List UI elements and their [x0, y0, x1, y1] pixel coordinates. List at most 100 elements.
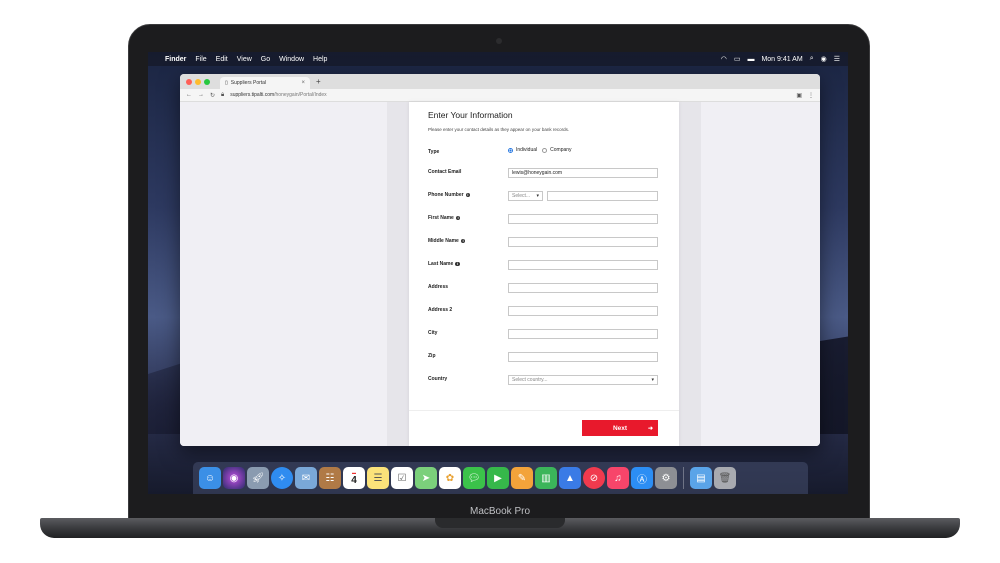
laptop-hinge-notch: [435, 518, 565, 528]
form-subtitle: Please enter your contact details as the…: [428, 127, 570, 132]
type-label: Type: [428, 149, 439, 155]
menu-help[interactable]: Help: [313, 56, 327, 63]
address2-label-text: Address 2: [428, 307, 453, 313]
launchpad-icon[interactable]: 🚀︎: [247, 467, 269, 489]
browser-toolbar: ← → ↻ 🔒︎ suppliers.tipalti.com/honeygain…: [180, 89, 820, 102]
zip-field[interactable]: [508, 352, 658, 362]
photos-icon[interactable]: ✿: [439, 467, 461, 489]
left-column-shade: [387, 102, 409, 446]
news-icon[interactable]: ⊘: [583, 467, 605, 489]
reload-icon[interactable]: ↻: [210, 92, 215, 99]
browser-window: ▯ Suppliers Portal × + ← → ↻ 🔒︎ supplier…: [180, 74, 820, 446]
siri-icon[interactable]: ◉: [821, 55, 827, 63]
pages-icon[interactable]: ✎: [511, 467, 533, 489]
keynote-icon[interactable]: ▲: [559, 467, 581, 489]
airplay-icon[interactable]: ▭: [734, 55, 741, 63]
country-select[interactable]: Select country... ▾: [508, 375, 658, 385]
individual-radio-label[interactable]: Individual: [516, 147, 537, 153]
info-icon[interactable]: i: [455, 261, 460, 267]
minimize-window-button[interactable]: [195, 78, 201, 85]
phone-number-field[interactable]: [547, 191, 658, 201]
safari-icon[interactable]: ✧: [271, 467, 293, 489]
address-bar[interactable]: suppliers.tipalti.com/honeygain/Portal/I…: [230, 92, 326, 98]
menu-window[interactable]: Window: [279, 56, 304, 63]
middle-name-field[interactable]: [508, 237, 658, 247]
address-label-text: Address: [428, 284, 449, 290]
chevron-down-icon: ▾: [536, 193, 539, 199]
zip-label-text: Zip: [428, 353, 436, 359]
forward-icon[interactable]: →: [198, 92, 204, 98]
middle-name-label: Middle Name i: [428, 238, 466, 244]
first-name-label-text: First Name: [428, 215, 454, 221]
next-button-label: Next: [612, 424, 628, 432]
close-tab-icon[interactable]: ×: [301, 80, 305, 86]
email-label: Contact Email: [428, 169, 461, 175]
lock-icon: 🔒︎: [221, 91, 225, 98]
city-field[interactable]: [508, 329, 658, 339]
info-icon[interactable]: i: [465, 192, 471, 198]
numbers-icon[interactable]: ▥: [535, 467, 557, 489]
country-placeholder: Select country...: [512, 377, 548, 383]
mail-icon[interactable]: ✉: [295, 467, 317, 489]
close-window-button[interactable]: [186, 78, 192, 85]
browser-tab[interactable]: ▯ Suppliers Portal ×: [220, 77, 310, 89]
address2-field[interactable]: [508, 306, 658, 316]
next-button[interactable]: Next ➜: [582, 420, 658, 436]
menu-edit[interactable]: Edit: [216, 56, 228, 63]
individual-radio[interactable]: [508, 147, 513, 153]
finder-icon[interactable]: ☺: [199, 467, 221, 489]
phone-country-code-select[interactable]: Select... ▾: [508, 191, 543, 201]
form-divider: [409, 410, 679, 411]
last-name-field[interactable]: [508, 260, 658, 270]
last-name-label-text: Last Name: [428, 261, 454, 267]
macos-menubar: Finder File Edit View Go Window Help ◠ ▭…: [148, 52, 848, 66]
menu-go[interactable]: Go: [261, 56, 270, 63]
address-field[interactable]: [508, 283, 658, 293]
company-radio[interactable]: [542, 147, 548, 153]
maps-icon[interactable]: ➤: [415, 467, 437, 489]
notes-icon[interactable]: ☰: [367, 467, 389, 489]
camera-icon: [496, 38, 502, 44]
info-icon[interactable]: i: [460, 238, 466, 244]
back-icon[interactable]: ←: [186, 92, 192, 98]
company-radio-label[interactable]: Company: [550, 147, 571, 153]
dock-separator: [683, 467, 684, 489]
battery-icon[interactable]: ▬: [747, 56, 754, 63]
messages-icon[interactable]: 💬︎: [463, 467, 485, 489]
desktop-screen: Finder File Edit View Go Window Help ◠ ▭…: [148, 52, 848, 494]
new-tab-button[interactable]: +: [316, 77, 321, 86]
contacts-icon[interactable]: ☷: [319, 467, 341, 489]
arrow-right-icon: ➜: [647, 425, 653, 432]
window-controls: [186, 78, 210, 85]
calendar-icon[interactable]: ▬ 4: [343, 467, 365, 489]
form-title: Enter Your Information: [428, 110, 513, 120]
email-field[interactable]: lewis@honeygain.com: [508, 168, 658, 178]
trash-icon[interactable]: 🗑︎: [714, 467, 736, 489]
facetime-icon[interactable]: ▶: [487, 467, 509, 489]
more-menu-icon[interactable]: ⋮: [808, 92, 814, 99]
music-icon[interactable]: ♫: [607, 467, 629, 489]
address-label: Address: [428, 284, 448, 290]
reminders-icon[interactable]: ☑: [391, 467, 413, 489]
spotlight-icon[interactable]: ⌕: [810, 55, 814, 63]
url-path: /honeygain/Portal/Index: [274, 92, 327, 98]
info-icon[interactable]: i: [455, 215, 461, 221]
zoom-window-button[interactable]: [204, 78, 210, 85]
menubar-clock[interactable]: Mon 9:41 AM: [761, 56, 802, 63]
zip-label: Zip: [428, 353, 436, 359]
device-label: MacBook Pro: [469, 506, 531, 517]
city-label-text: City: [428, 330, 438, 336]
menubar-app-name[interactable]: Finder: [165, 56, 186, 63]
menu-view[interactable]: View: [237, 56, 252, 63]
notification-center-icon[interactable]: ☰: [834, 55, 840, 63]
downloads-folder-icon[interactable]: ▤: [690, 467, 712, 489]
menu-file[interactable]: File: [195, 56, 206, 63]
first-name-field[interactable]: [508, 214, 658, 224]
calendar-day: 4: [351, 475, 357, 486]
app-store-icon[interactable]: Ⓐ: [631, 467, 653, 489]
url-host: suppliers.tipalti.com: [230, 92, 275, 98]
system-preferences-icon[interactable]: ⚙: [655, 467, 677, 489]
extension-icon[interactable]: ▣: [796, 92, 802, 99]
wifi-icon[interactable]: ◠: [721, 55, 727, 63]
siri-icon[interactable]: ◉: [223, 467, 245, 489]
